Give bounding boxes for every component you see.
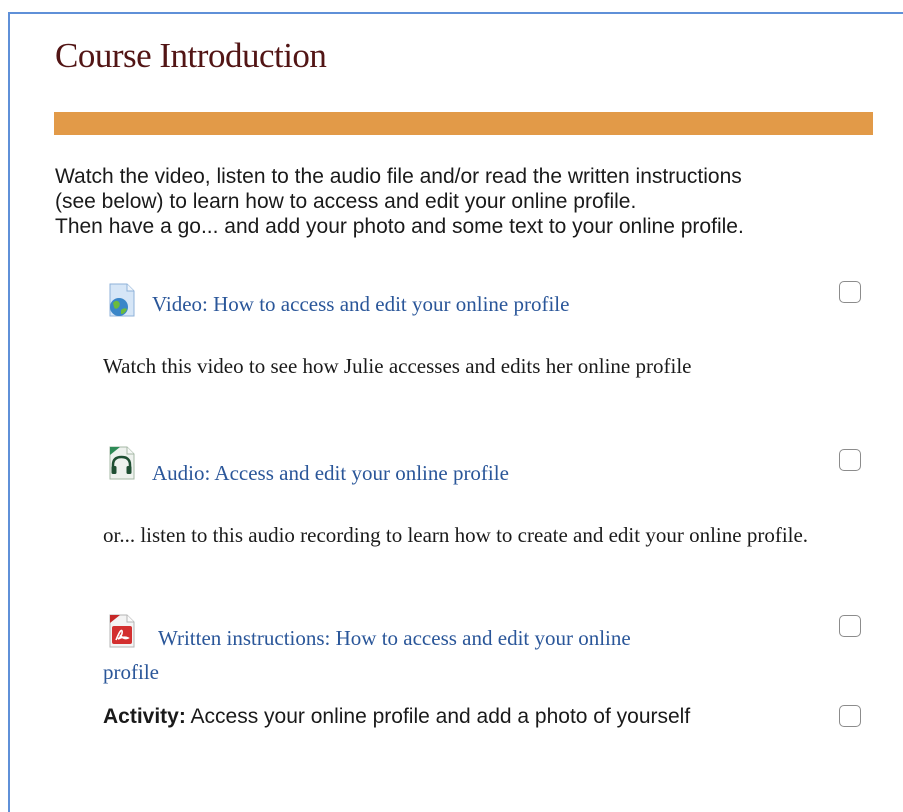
written-instructions-complete-checkbox[interactable]: [839, 615, 861, 637]
section-intro: Watch the video, listen to the audio fil…: [55, 164, 890, 239]
headphones-file-icon[interactable]: [106, 446, 136, 480]
written-instructions-link-continued[interactable]: profile: [103, 656, 159, 689]
accent-bar: [54, 112, 873, 135]
activity-label: Activity:: [103, 705, 186, 728]
intro-line: Then have a go... and add your photo and…: [55, 215, 744, 238]
globe-file-icon[interactable]: [106, 283, 136, 317]
activity-complete-checkbox[interactable]: [839, 705, 861, 727]
audio-complete-checkbox[interactable]: [839, 449, 861, 471]
activity-text: Access your online profile and add a pho…: [185, 705, 691, 728]
audio-link[interactable]: Audio: Access and edit your online profi…: [152, 457, 509, 490]
intro-line: (see below) to learn how to access and e…: [55, 190, 637, 213]
video-link[interactable]: Video: How to access and edit your onlin…: [152, 288, 569, 321]
section-title: Course Introduction: [55, 36, 327, 75]
activity-row: Activity: Access your online profile and…: [103, 700, 690, 733]
pdf-file-icon[interactable]: [106, 614, 136, 648]
video-complete-checkbox[interactable]: [839, 281, 861, 303]
written-instructions-link[interactable]: Written instructions: How to access and …: [158, 622, 631, 655]
video-description: Watch this video to see how Julie access…: [103, 354, 692, 378]
audio-description: or... listen to this audio recording to …: [103, 523, 809, 547]
intro-line: Watch the video, listen to the audio fil…: [55, 165, 742, 188]
